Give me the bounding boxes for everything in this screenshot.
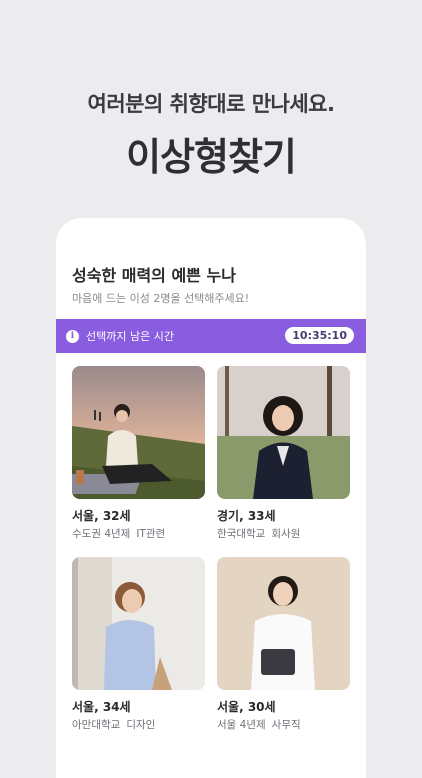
profile-photo[interactable] [217, 366, 350, 499]
profile-name-age: 경기, 33세 [217, 509, 276, 523]
page-title: 이상형찾기 [126, 135, 297, 179]
section-subtitle: 마음에 드는 이성 2명을 선택해주세요! [72, 292, 250, 305]
profile-job: IT관련 [136, 528, 166, 540]
profile-school: 수도권 4년제 [72, 528, 131, 540]
profile-name-age: 서울, 32세 [72, 509, 131, 523]
profile-name-age: 서울, 30세 [217, 700, 276, 714]
profile-card[interactable]: 서울, 34세 아만대학교 디자인 [72, 557, 205, 732]
profile-photo[interactable] [217, 557, 350, 690]
profile-details: 서울 4년제 사무직 [217, 717, 350, 732]
profile-photo[interactable] [72, 366, 205, 499]
profile-job: 디자인 [126, 719, 156, 731]
profile-school: 아만대학교 [72, 719, 121, 731]
timer-bar: i 선택까지 남은 시간 10:35:10 [56, 319, 366, 353]
profile-photo[interactable] [72, 557, 205, 690]
profile-school: 한국대학교 [217, 528, 266, 540]
timer-value: 10:35:10 [285, 327, 354, 344]
profile-details: 아만대학교 디자인 [72, 717, 205, 732]
profile-card[interactable]: 경기, 33세 한국대학교 회사원 [217, 366, 350, 541]
profile-card[interactable]: 서울, 32세 수도권 4년제 IT관련 [72, 366, 205, 541]
profile-job: 사무직 [271, 719, 301, 731]
section-title: 성숙한 매력의 예쁜 누나 [72, 266, 236, 285]
timer-label: 선택까지 남은 시간 [86, 330, 174, 343]
phone-screen: 성숙한 매력의 예쁜 누나 마음에 드는 이성 2명을 선택해주세요! i 선택… [56, 218, 366, 778]
profile-name-age: 서울, 34세 [72, 700, 131, 714]
info-icon: i [66, 329, 79, 343]
profile-card[interactable]: 서울, 30세 서울 4년제 사무직 [217, 557, 350, 732]
profile-school: 서울 4년제 [217, 719, 266, 731]
profile-job: 회사원 [271, 528, 301, 540]
profile-details: 수도권 4년제 IT관련 [72, 526, 205, 541]
hero-headline: 여러분의 취향대로 만나세요. [87, 92, 335, 116]
profile-details: 한국대학교 회사원 [217, 526, 350, 541]
